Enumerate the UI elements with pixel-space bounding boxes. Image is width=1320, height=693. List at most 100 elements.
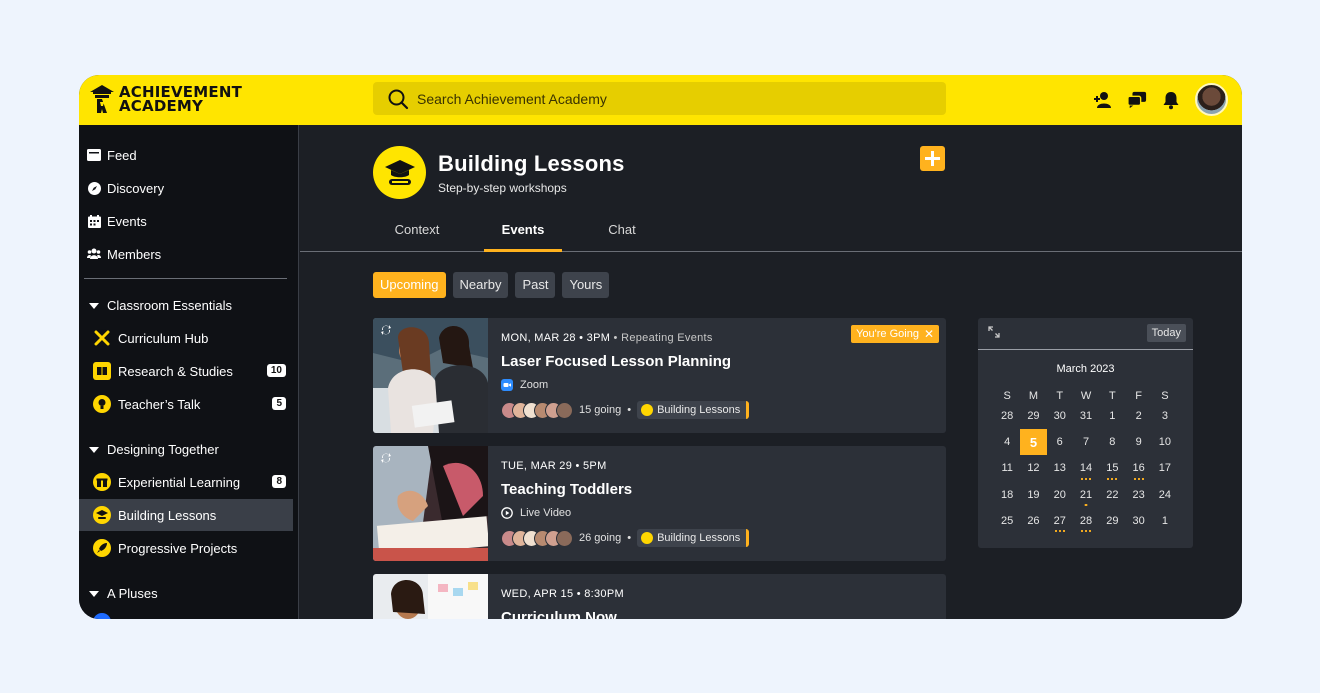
sidebar-item-members[interactable]: Members (87, 244, 161, 264)
event-date: MON, MAR 28 • 3PM (501, 332, 611, 344)
rsvp-status-badge[interactable]: You're Going ✕ (851, 325, 939, 343)
search-input[interactable] (417, 90, 917, 107)
calendar-day[interactable]: 17 (1152, 455, 1178, 481)
calendar-day[interactable]: 27 (1047, 508, 1073, 534)
sidebar-item-experiential-learning[interactable]: Experiential Learning 8 (79, 466, 293, 498)
event-datetime: TUE, MAR 29 • 5PM (501, 460, 607, 472)
calendar-day[interactable]: 21 (1073, 482, 1099, 508)
calendar-day[interactable]: 30 (1125, 508, 1151, 534)
filter-past[interactable]: Past (515, 272, 556, 298)
calendar-day[interactable]: 28 (1073, 508, 1099, 534)
sidebar-item-curriculum-hub[interactable]: Curriculum Hub (79, 322, 293, 354)
event-location-label: Zoom (520, 379, 549, 391)
calendar-day[interactable]: 5 (1020, 429, 1047, 456)
calendar-day[interactable]: 12 (1020, 455, 1046, 481)
calendar-day[interactable]: 29 (1020, 403, 1046, 429)
filter-upcoming[interactable]: Upcoming (373, 272, 446, 298)
sidebar-item-feed[interactable]: Feed (87, 145, 137, 165)
filter-yours[interactable]: Yours (562, 272, 610, 298)
zoom-icon (501, 379, 513, 391)
calendar-day[interactable]: 4 (994, 429, 1020, 455)
event-title[interactable]: Teaching Toddlers (501, 481, 632, 498)
sidebar-item-events[interactable]: Events (87, 211, 147, 231)
bell-icon[interactable] (1161, 90, 1181, 110)
sidebar-item-progressive-projects[interactable]: Progressive Projects (79, 532, 293, 564)
page-subtitle: Step-by-step workshops (438, 180, 567, 195)
event-location: Zoom (501, 379, 548, 391)
calendar-day[interactable]: 7 (1073, 429, 1099, 455)
search-bar[interactable] (373, 82, 946, 115)
close-icon[interactable]: ✕ (924, 325, 934, 343)
section-designing-together[interactable]: Designing Together (89, 442, 219, 457)
calendar-day[interactable]: 25 (994, 508, 1020, 534)
filter-nearby[interactable]: Nearby (452, 272, 509, 298)
chat-bubbles-icon[interactable] (1127, 90, 1147, 110)
attendee-avatars[interactable] (501, 401, 573, 419)
members-icon (87, 247, 101, 261)
sidebar-item-research-studies[interactable]: Research & Studies 10 (79, 355, 293, 387)
calendar-day[interactable]: 23 (1125, 482, 1151, 508)
academy-logo-icon (90, 85, 114, 113)
calendar-day[interactable]: 28 (994, 403, 1020, 429)
repeat-icon (381, 453, 391, 463)
calendar-day[interactable]: 22 (1099, 482, 1125, 508)
calendar-day[interactable]: 3 (1152, 403, 1178, 429)
sidebar-item-building-lessons[interactable]: Building Lessons (79, 499, 293, 531)
calendar-day[interactable]: 30 (1047, 403, 1073, 429)
calendar-day[interactable]: 20 (1047, 482, 1073, 508)
attendee-avatars[interactable] (501, 529, 573, 547)
calendar-day[interactable]: 13 (1047, 455, 1073, 481)
calendar-day[interactable]: 9 (1125, 429, 1151, 455)
compass-icon (87, 181, 101, 195)
search-icon (388, 89, 409, 109)
calendar-day[interactable]: 15 (1099, 455, 1125, 481)
calendar-day[interactable]: 1 (1099, 403, 1125, 429)
event-thumbnail (373, 574, 488, 619)
today-button[interactable]: Today (1146, 324, 1186, 342)
calendar-day[interactable]: 31 (1073, 403, 1099, 429)
calendar-day[interactable]: 19 (1020, 482, 1046, 508)
user-avatar[interactable] (1195, 83, 1228, 116)
weekday-header: S (1161, 389, 1169, 402)
expand-icon[interactable] (988, 326, 1000, 338)
weekday-header: S (1003, 389, 1011, 402)
section-classroom-essentials[interactable]: Classroom Essentials (89, 298, 232, 313)
event-title[interactable]: Laser Focused Lesson Planning (501, 353, 731, 370)
calendar-day[interactable]: 10 (1152, 429, 1178, 455)
brand-logo[interactable]: ACHIEVEMENT ACADEMY (89, 84, 242, 114)
unread-badge: 5 (272, 397, 286, 410)
add-member-icon[interactable] (1093, 90, 1113, 110)
space-tag[interactable]: Building Lessons (637, 401, 750, 419)
calendar-day[interactable]: 14 (1073, 455, 1099, 481)
sidebar-item-teachers-talk[interactable]: Teacher’s Talk 5 (79, 388, 293, 420)
add-event-button[interactable] (920, 146, 945, 171)
calendar-day[interactable]: 6 (1047, 429, 1073, 455)
calendar-day[interactable]: 1 (1152, 508, 1178, 534)
sidebar-item-label: Progressive Projects (118, 540, 238, 556)
event-card[interactable]: MON, MAR 28 • 3PM • Repeating Events Las… (373, 318, 946, 433)
tab-context[interactable]: Context (393, 221, 441, 252)
calendar-day[interactable]: 16 (1125, 455, 1151, 481)
calendar-day[interactable]: 29 (1099, 508, 1125, 534)
section-a-pluses[interactable]: A Pluses (89, 586, 158, 601)
event-card[interactable]: TUE, MAR 29 • 5PM Teaching Toddlers Live… (373, 446, 946, 561)
space-tag[interactable]: Building Lessons (637, 529, 750, 547)
tab-chat[interactable]: Chat (605, 221, 639, 252)
calendar-day[interactable]: 2 (1125, 403, 1151, 429)
avatar (556, 401, 573, 419)
tab-events[interactable]: Events (484, 221, 562, 252)
event-card[interactable]: WED, APR 15 • 8:30PM Curriculum Now (373, 574, 946, 619)
repeat-icon (381, 325, 391, 335)
graduation-cap-icon (373, 146, 426, 199)
calendar-day[interactable]: 8 (1099, 429, 1125, 455)
chevron-down-icon (89, 302, 99, 309)
sidebar-divider (84, 278, 287, 279)
event-location: Live Video (501, 507, 571, 519)
sidebar-item-discovery[interactable]: Discovery (87, 178, 164, 198)
calendar-day[interactable]: 26 (1020, 508, 1046, 534)
calendar-day[interactable]: 11 (994, 455, 1020, 481)
event-title[interactable]: Curriculum Now (501, 609, 617, 619)
calendar-day[interactable]: 24 (1152, 482, 1178, 508)
unread-badge: 8 (272, 475, 286, 488)
calendar-day[interactable]: 18 (994, 482, 1020, 508)
